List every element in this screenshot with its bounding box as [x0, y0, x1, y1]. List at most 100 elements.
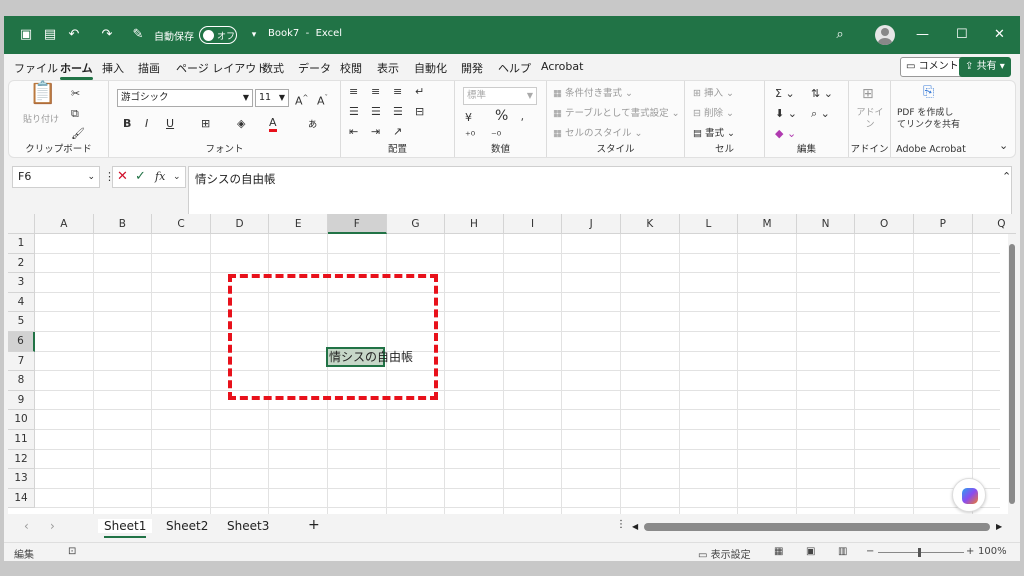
column-header-p[interactable]: P [914, 214, 973, 234]
font-color-icon[interactable]: A [269, 117, 277, 132]
paste-icon[interactable]: 📋 [29, 83, 56, 105]
collapse-ribbon-icon[interactable]: ⌄ [999, 139, 1008, 153]
font-size-select[interactable]: 11 ▼ [255, 89, 289, 107]
scroll-left-icon[interactable]: ◀ [632, 522, 638, 531]
phonetic-icon[interactable]: ぁ [307, 117, 318, 131]
borders-icon[interactable]: ⊞ [201, 117, 210, 131]
row-header-13[interactable]: 13 [8, 469, 35, 489]
redo-icon[interactable]: ↷ [99, 27, 115, 43]
accessibility-icon[interactable]: ⊡ [68, 546, 76, 557]
row-header-6[interactable]: 6 [8, 332, 35, 352]
fill-color-icon[interactable]: ◈ [237, 117, 245, 131]
delete-cells-button[interactable]: ⊟ 削除 ⌄ [693, 107, 734, 121]
cancel-icon[interactable]: ✕ [117, 170, 128, 184]
avatar[interactable] [875, 25, 895, 45]
tab-split-handle[interactable]: ⋮ [616, 519, 626, 530]
align-bottom-icon[interactable]: ≡ [393, 85, 402, 99]
zoom-slider[interactable] [878, 552, 964, 553]
paste-label[interactable]: 貼り付け [23, 113, 59, 127]
search-icon[interactable]: ⌕ [832, 27, 848, 43]
collapse-formula-icon[interactable]: ⌃ [1002, 170, 1011, 184]
sort-filter-icon[interactable]: ⇅ ⌄ [811, 87, 833, 101]
font-name-select[interactable]: 游ゴシック ▼ [117, 89, 253, 107]
column-header-m[interactable]: M [738, 214, 797, 234]
tab-home[interactable]: ホーム [60, 60, 93, 80]
tab-draw[interactable]: 描画 [138, 60, 160, 76]
row-header-9[interactable]: 9 [8, 390, 35, 411]
autosave-toggle[interactable]: オフ [199, 26, 237, 44]
row-header-3[interactable]: 3 [8, 273, 35, 293]
column-header-k[interactable]: K [621, 214, 680, 234]
row-header-11[interactable]: 11 [8, 430, 35, 450]
column-header-a[interactable]: A [35, 214, 94, 234]
insert-function-button[interactable]: fx [155, 170, 165, 184]
zoom-slider-handle[interactable] [918, 548, 921, 557]
column-header-j[interactable]: J [562, 214, 621, 234]
tab-review[interactable]: 校閲 [340, 60, 362, 76]
tab-file[interactable]: ファイル [14, 60, 58, 76]
name-box[interactable]: F6 ⌄ [12, 166, 100, 188]
sheet-tab-sheet2[interactable]: Sheet2 [166, 519, 208, 533]
tab-developer[interactable]: 開発 [461, 60, 483, 76]
column-header-h[interactable]: H [445, 214, 504, 234]
orientation-icon[interactable]: ↗ [393, 125, 402, 139]
tab-insert[interactable]: 挿入 [102, 60, 124, 76]
tab-page-layout[interactable]: ページ レイアウト [176, 60, 267, 76]
row-header-5[interactable]: 5 [8, 312, 35, 332]
column-header-o[interactable]: O [855, 214, 914, 234]
pdf-share-icon[interactable]: ⎘ [923, 85, 934, 99]
increase-indent-icon[interactable]: ⇥ [371, 125, 380, 139]
vertical-scrollbar[interactable] [1008, 234, 1016, 514]
column-header-g[interactable]: G [386, 214, 446, 234]
percent-button[interactable]: % [495, 109, 508, 123]
row-header-1[interactable]: 1 [8, 234, 35, 254]
tab-help[interactable]: ヘルプ [498, 60, 531, 76]
fill-icon[interactable]: ⬇ ⌄ [775, 107, 797, 121]
align-left-icon[interactable]: ☰ [349, 105, 359, 119]
row-header-2[interactable]: 2 [8, 253, 35, 274]
align-center-icon[interactable]: ☰ [371, 105, 381, 119]
tab-automate[interactable]: 自動化 [414, 60, 447, 76]
addins-icon[interactable]: ⊞ [862, 87, 874, 101]
confirm-icon[interactable]: ✓ [135, 170, 146, 184]
wrap-text-icon[interactable]: ↵ [415, 85, 424, 99]
column-header-e[interactable]: E [269, 214, 328, 234]
bold-button[interactable]: B [123, 117, 131, 131]
fx-dropdown-icon[interactable]: ⌄ [173, 170, 181, 184]
maximize-icon[interactable]: ☐ [956, 27, 968, 43]
page-break-view-icon[interactable]: ▥ [838, 546, 847, 557]
align-top-icon[interactable]: ≡ [349, 85, 358, 99]
customize-quick-access-icon[interactable]: ▾ [246, 27, 262, 43]
comma-icon[interactable]: ⸴ [521, 111, 524, 125]
row-header-14[interactable]: 14 [8, 488, 35, 509]
number-format-select[interactable]: 標準 ▼ [463, 87, 537, 105]
prev-sheet-icon[interactable]: ‹ [24, 519, 29, 533]
tab-view[interactable]: 表示 [377, 60, 399, 76]
sheet-tab-sheet1[interactable]: Sheet1 [98, 519, 153, 538]
column-header-d[interactable]: D [210, 214, 270, 234]
clear-icon[interactable]: ◆ ⌄ [775, 127, 796, 141]
zoom-out-icon[interactable]: − [866, 546, 874, 557]
add-sheet-button[interactable]: + [308, 517, 320, 533]
normal-view-icon[interactable]: ▦ [774, 546, 783, 557]
column-header-c[interactable]: C [152, 214, 211, 234]
tab-data[interactable]: データ [298, 60, 331, 76]
row-header-12[interactable]: 12 [8, 449, 35, 470]
format-painter-icon[interactable]: 🖌 [71, 127, 85, 141]
column-header-i[interactable]: I [503, 214, 563, 234]
copilot-icon[interactable] [952, 478, 986, 512]
scroll-right-icon[interactable]: ▶ [996, 522, 1002, 531]
column-header-b[interactable]: B [93, 214, 153, 234]
zoom-level[interactable]: 100% [978, 546, 1007, 557]
column-header-l[interactable]: L [679, 214, 739, 234]
close-icon[interactable]: ✕ [994, 27, 1005, 43]
tab-acrobat[interactable]: Acrobat [541, 60, 583, 73]
copy-icon[interactable]: ⧉ [71, 107, 79, 121]
font-grow-icon[interactable]: A^ [295, 91, 308, 109]
insert-cells-button[interactable]: ⊞ 挿入 ⌄ [693, 87, 734, 101]
conditional-formatting-button[interactable]: ▦ 条件付き書式 ⌄ [553, 87, 633, 101]
italic-button[interactable]: I [145, 117, 148, 131]
column-header-n[interactable]: N [796, 214, 856, 234]
next-sheet-icon[interactable]: › [50, 519, 55, 533]
select-all-corner[interactable] [8, 214, 35, 234]
